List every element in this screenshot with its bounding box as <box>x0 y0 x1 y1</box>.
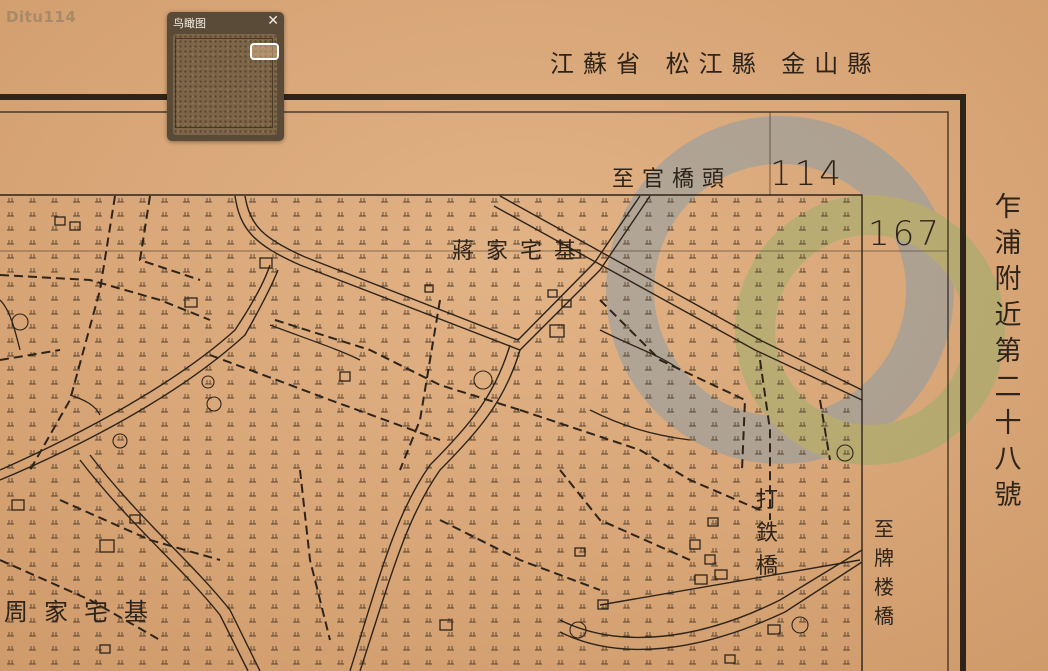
watermark-logo: Ditu114 <box>6 8 77 26</box>
overview-viewport-indicator[interactable] <box>250 43 279 60</box>
place-label-zhou-jia-zhai: 周家宅基 <box>4 598 164 626</box>
sheet-title: 江蘇省 松江縣 金山縣 <box>550 50 881 78</box>
grid-number-right: 167 <box>868 214 942 254</box>
edge-label-right: 至牌楼橋 <box>874 517 894 628</box>
close-icon[interactable]: ✕ <box>267 13 279 29</box>
edge-label-top: 至官橋頭 <box>612 167 733 192</box>
place-label-da-tie-qiao: 打鉄橋 <box>755 488 778 579</box>
overview-panel: 鸟瞰图 ✕ <box>167 12 284 141</box>
overview-title: 鸟瞰图 <box>173 17 206 30</box>
grid-number-top: 114 <box>770 154 844 194</box>
place-label-jiang-jia-zhai: 蔣家宅基 <box>452 239 589 264</box>
sheet-number: 乍浦附近第二十八號 <box>994 192 1022 511</box>
